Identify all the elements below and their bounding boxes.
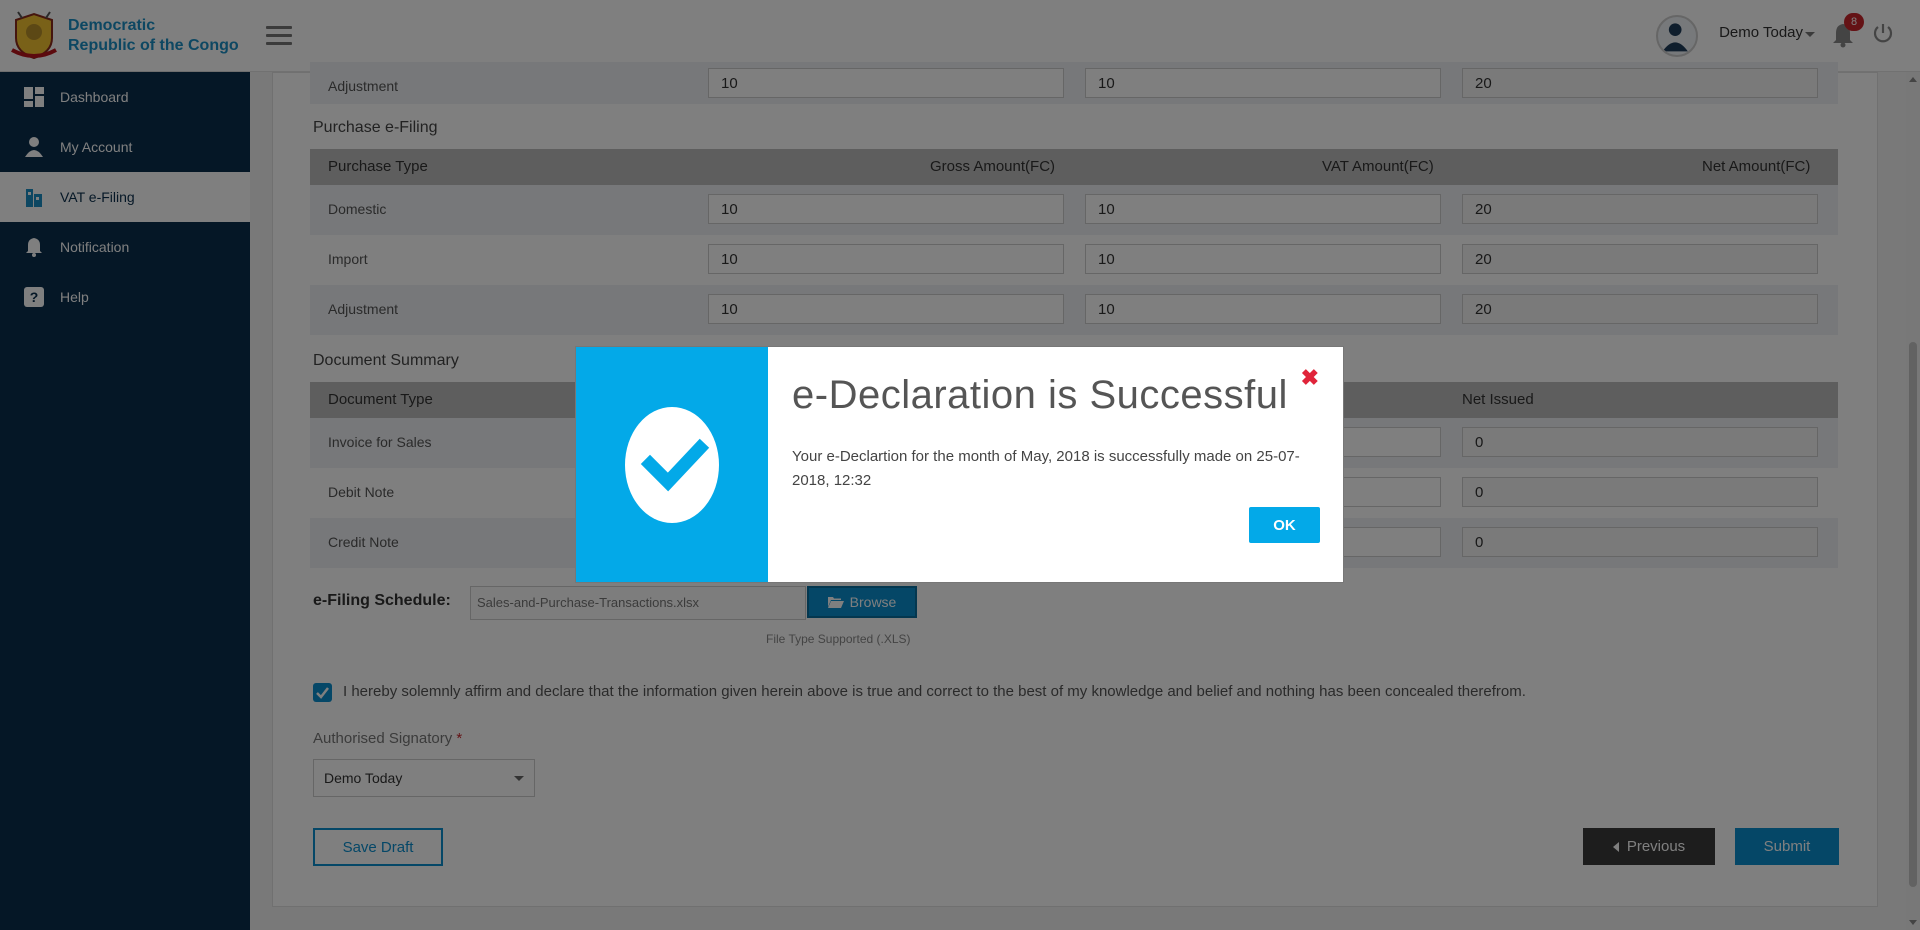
success-check-icon [625, 406, 719, 523]
success-dialog: e-Declaration is Successful ✖ Your e-Dec… [575, 346, 1344, 583]
ok-button[interactable]: OK [1249, 507, 1320, 543]
dialog-message: Your e-Declartion for the month of May, … [792, 448, 1300, 489]
dialog-title: e-Declaration is Successful [792, 373, 1288, 417]
close-icon[interactable]: ✖ [1301, 365, 1319, 391]
dialog-accent-panel [576, 347, 768, 582]
